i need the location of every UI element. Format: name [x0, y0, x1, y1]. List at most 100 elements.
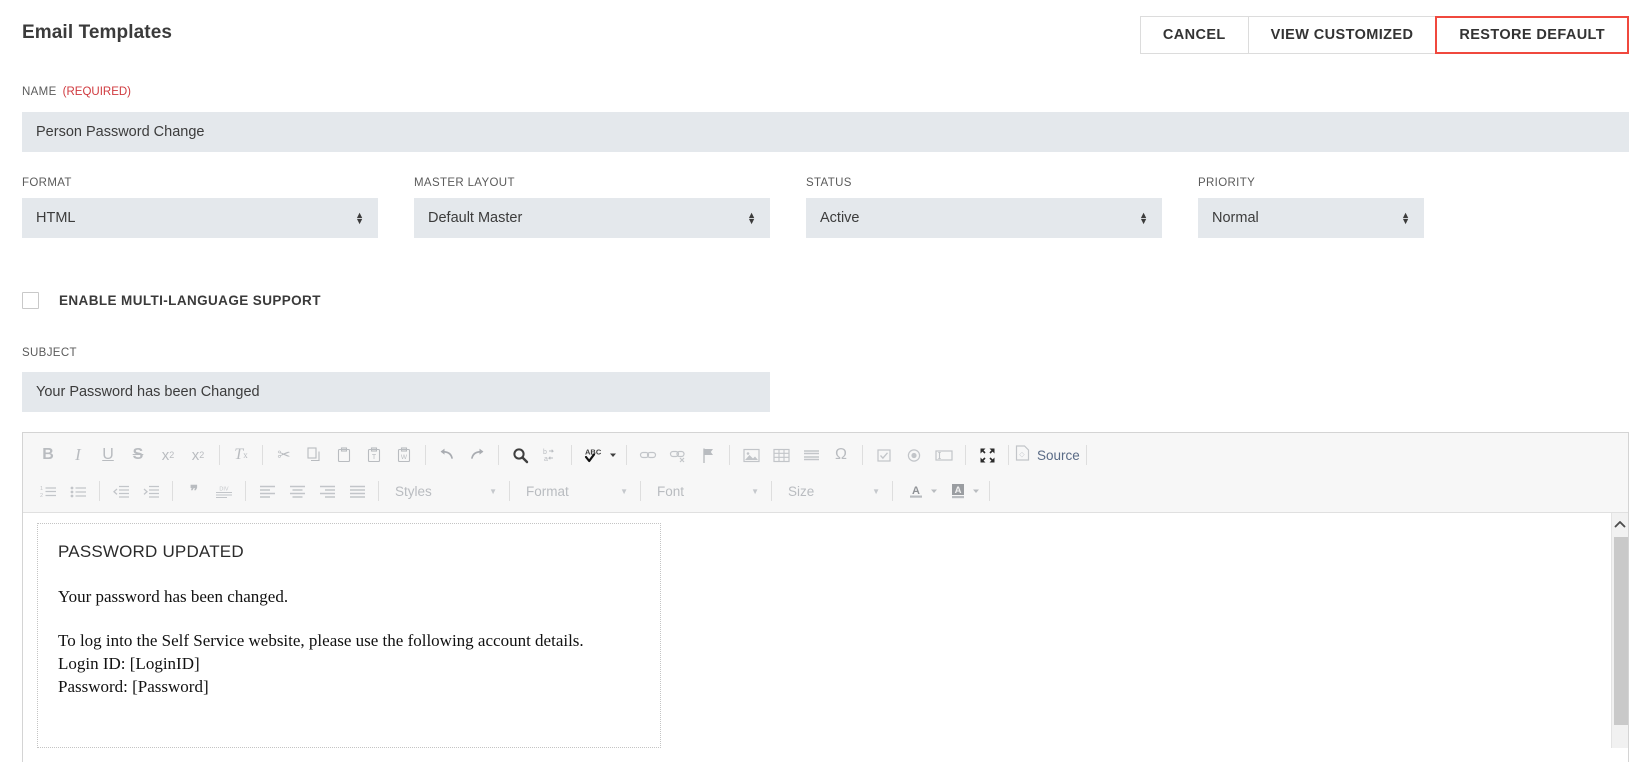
scroll-up-arrow-icon[interactable]: [1612, 513, 1628, 535]
scrollbar-thumb[interactable]: [1614, 537, 1628, 725]
chevron-down-icon[interactable]: [971, 477, 983, 505]
editor-toolbar: B I U S x2 x2 Tx ✂ T: [23, 433, 1628, 513]
source-icon: ◇: [1015, 445, 1030, 466]
link-icon[interactable]: [633, 441, 663, 469]
block-quote-icon[interactable]: ❞: [179, 477, 209, 505]
size-select-label: Size: [788, 484, 814, 499]
replace-icon[interactable]: ba: [535, 441, 565, 469]
subject-input[interactable]: [22, 372, 770, 412]
toolbar-separator: [626, 445, 627, 465]
email-body-table[interactable]: PASSWORD UPDATED Your password has been …: [37, 523, 661, 748]
master-layout-select[interactable]: Default Master ▲▼: [414, 198, 770, 238]
name-input[interactable]: [22, 112, 1629, 152]
image-icon[interactable]: [736, 441, 766, 469]
toolbar-separator: [965, 445, 966, 465]
maximize-icon[interactable]: [972, 441, 1002, 469]
chevron-updown-icon: ▲▼: [747, 212, 756, 224]
font-select-label: Font: [657, 484, 684, 499]
unlink-icon[interactable]: [663, 441, 693, 469]
bold-icon[interactable]: B: [33, 441, 63, 469]
decrease-indent-icon[interactable]: [106, 477, 136, 505]
background-color-icon[interactable]: A: [941, 477, 971, 505]
editor-vertical-scrollbar[interactable]: [1611, 513, 1628, 748]
toolbar-separator: [509, 481, 510, 501]
email-template-editor-page: Email Templates CANCEL VIEW CUSTOMIZED R…: [0, 0, 1651, 762]
align-right-icon[interactable]: [312, 477, 342, 505]
increase-indent-icon[interactable]: [136, 477, 166, 505]
chevron-down-icon[interactable]: [929, 477, 941, 505]
find-icon[interactable]: [505, 441, 535, 469]
subscript-icon[interactable]: x2: [153, 441, 183, 469]
svg-text:T: T: [372, 454, 377, 461]
toolbar-separator: [245, 481, 246, 501]
toolbar-separator: [378, 481, 379, 501]
svg-text:b: b: [543, 449, 547, 456]
table-icon[interactable]: [766, 441, 796, 469]
toolbar-separator: [425, 445, 426, 465]
spell-check-icon[interactable]: ABC: [578, 441, 608, 469]
styles-select-label: Styles: [395, 484, 432, 499]
multi-language-checkbox[interactable]: [22, 292, 39, 309]
text-field-form-icon[interactable]: [929, 441, 959, 469]
svg-text:DIV: DIV: [219, 486, 229, 492]
toolbar-separator: [1086, 445, 1087, 465]
undo-icon[interactable]: [432, 441, 462, 469]
priority-select[interactable]: Normal ▲▼: [1198, 198, 1424, 238]
cut-icon[interactable]: ✂: [269, 441, 299, 469]
priority-field: PRIORITY Normal ▲▼: [1198, 177, 1424, 238]
chevron-down-icon[interactable]: [608, 441, 620, 469]
format-select-label: Format: [526, 484, 569, 499]
format-select[interactable]: Format ▼: [516, 478, 634, 504]
numbered-list-icon[interactable]: 12: [33, 477, 63, 505]
strikethrough-icon[interactable]: S: [123, 441, 153, 469]
copy-icon[interactable]: [299, 441, 329, 469]
chevron-updown-icon: ▲▼: [355, 212, 364, 224]
email-paragraph-1: Your password has been changed.: [58, 586, 640, 608]
horizontal-rule-icon[interactable]: [796, 441, 826, 469]
italic-icon[interactable]: I: [63, 441, 93, 469]
status-label: STATUS: [806, 177, 1162, 189]
paste-from-word-icon[interactable]: W: [389, 441, 419, 469]
attribute-select-row: FORMAT HTML ▲▼ MASTER LAYOUT Default Mas…: [0, 177, 1651, 237]
name-input-wrapper: [22, 112, 1629, 152]
status-select[interactable]: Active ▲▼: [806, 198, 1162, 238]
special-character-icon[interactable]: Ω: [826, 441, 856, 469]
format-label: FORMAT: [22, 177, 378, 189]
paste-icon[interactable]: [329, 441, 359, 469]
view-customized-button[interactable]: VIEW CUSTOMIZED: [1248, 16, 1437, 54]
underline-icon[interactable]: U: [93, 441, 123, 469]
redo-icon[interactable]: [462, 441, 492, 469]
editor-content-area[interactable]: PASSWORD UPDATED Your password has been …: [23, 513, 1628, 748]
svg-text:a: a: [544, 456, 548, 463]
restore-default-button[interactable]: RESTORE DEFAULT: [1435, 16, 1629, 54]
anchor-flag-icon[interactable]: [693, 441, 723, 469]
toolbar-separator: [729, 445, 730, 465]
svg-text:W: W: [401, 454, 408, 461]
source-button[interactable]: ◇ Source: [1015, 445, 1080, 466]
toolbar-separator: [1008, 445, 1009, 465]
rich-text-editor: B I U S x2 x2 Tx ✂ T: [22, 432, 1629, 762]
font-select[interactable]: Font ▼: [647, 478, 765, 504]
paste-as-plain-text-icon[interactable]: T: [359, 441, 389, 469]
remove-format-icon[interactable]: Tx: [226, 441, 256, 469]
superscript-icon[interactable]: x2: [183, 441, 213, 469]
align-left-icon[interactable]: [252, 477, 282, 505]
toolbar-separator: [862, 445, 863, 465]
justify-icon[interactable]: [342, 477, 372, 505]
name-required-marker: (Required): [63, 86, 131, 98]
cancel-button[interactable]: CANCEL: [1140, 16, 1249, 54]
toolbar-separator: [262, 445, 263, 465]
status-field: STATUS Active ▲▼: [806, 177, 1162, 238]
radio-button-form-icon[interactable]: [899, 441, 929, 469]
svg-text:A: A: [912, 485, 920, 497]
align-center-icon[interactable]: [282, 477, 312, 505]
text-color-icon[interactable]: A: [899, 477, 929, 505]
bulleted-list-icon[interactable]: [63, 477, 93, 505]
multi-language-row[interactable]: ENABLE MULTI-LANGUAGE SUPPORT: [22, 292, 321, 309]
format-select[interactable]: HTML ▲▼: [22, 198, 378, 238]
create-div-icon[interactable]: DIV: [209, 477, 239, 505]
chevron-down-icon: ▼: [751, 487, 759, 496]
checkbox-form-icon[interactable]: [869, 441, 899, 469]
styles-select[interactable]: Styles ▼: [385, 478, 503, 504]
size-select[interactable]: Size ▼: [778, 478, 886, 504]
